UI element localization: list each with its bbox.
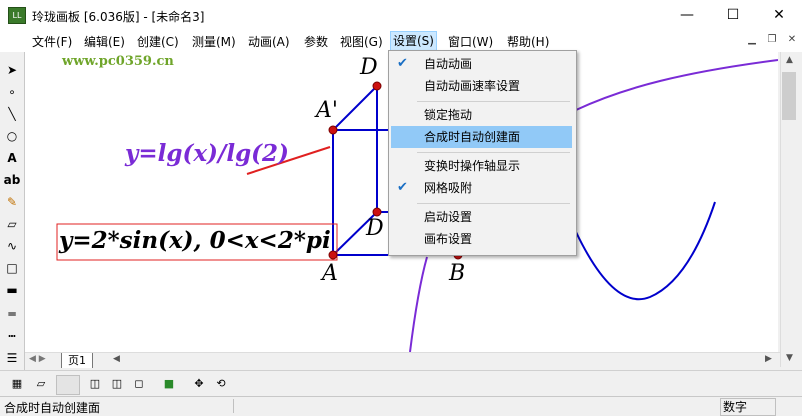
window-title: 玲珑画板 [6.036版] - [未命名3] — [32, 10, 205, 24]
box-icon[interactable]: ◻ — [130, 375, 148, 393]
scroll-left-icon[interactable]: ◀ — [113, 354, 120, 364]
vertical-scrollbar[interactable]: ▲ ▼ — [780, 52, 798, 367]
check-icon: ✔ — [397, 56, 408, 71]
menu-item-auto-animate[interactable]: ✔ 自动动画 — [391, 53, 572, 75]
line-tool-icon[interactable]: ╲ — [2, 104, 22, 124]
label-b[interactable]: B — [449, 261, 465, 286]
point-d-top[interactable] — [372, 81, 382, 91]
log-curve-upper — [575, 59, 778, 111]
point-a-prime[interactable] — [328, 125, 338, 135]
check-icon: ✔ — [397, 180, 408, 195]
formula-log-text[interactable]: y=lg(x)/lg(2) — [125, 140, 289, 167]
menu-item-transform-axis[interactable]: 变换时操作轴显示 — [391, 155, 572, 177]
label-tool-icon[interactable]: ab — [2, 170, 22, 190]
menu-view[interactable]: 视图(G) — [338, 33, 385, 50]
skew-grid-icon[interactable]: ▱ — [32, 375, 50, 393]
sine-curve — [575, 201, 716, 301]
scroll-down-icon[interactable]: ▼ — [781, 350, 798, 367]
menu-separator — [417, 101, 570, 102]
menu-item-canvas-settings[interactable]: 画布设置 — [391, 228, 572, 250]
label-a[interactable]: A — [322, 261, 338, 286]
edge-a-prime-d-top — [332, 85, 378, 131]
drawing-toolbar: ➤ ∘ ╲ ○ A ab ✎ ▱ ∿ □ ▬ ═ ┅ ☰ — [0, 52, 25, 372]
menu-item-label: 自动动画 — [424, 57, 473, 71]
rotate-icon[interactable]: ⟲ — [212, 375, 230, 393]
color-swatch-icon[interactable]: ■ — [160, 375, 178, 393]
menu-item-label: 变换时操作轴显示 — [424, 159, 521, 173]
menu-item-label: 网格吸附 — [424, 181, 473, 195]
cube-alt-icon[interactable]: ◫ — [108, 375, 126, 393]
label-d-bottom[interactable]: D — [366, 216, 384, 241]
menu-bar: 文件(F) 编辑(E) 创建(C) 测量(M) 动画(A) 参数 视图(G) 设… — [0, 30, 802, 52]
eraser-tool-icon[interactable]: ▱ — [2, 214, 22, 234]
app-icon: LL — [8, 7, 26, 24]
label-a-prime[interactable]: A' — [316, 98, 338, 123]
pencil-tool-icon[interactable]: ✎ — [2, 192, 22, 212]
close-button[interactable]: ✕ — [756, 0, 802, 30]
status-bar: 合成时自动创建面 数字 — [0, 396, 802, 416]
lines-style-icon[interactable]: ☰ — [2, 348, 22, 368]
menu-item-label: 画布设置 — [424, 232, 473, 246]
watermark: www.pc0359.cn — [62, 54, 174, 69]
menu-item-lock-drag[interactable]: 锁定拖动 — [391, 104, 572, 126]
blank-button[interactable] — [56, 375, 80, 395]
settings-dropdown: ✔ 自动动画 自动动画速率设置 锁定拖动 合成时自动创建面 变换时操作轴显示 ✔… — [388, 50, 577, 256]
line-style-icon[interactable]: ═ — [2, 304, 22, 324]
grid-icon[interactable]: ▦ — [8, 375, 26, 393]
maximize-button[interactable]: ☐ — [710, 0, 756, 30]
menu-settings[interactable]: 设置(S) — [390, 31, 437, 51]
circle-tool-icon[interactable]: ○ — [2, 126, 22, 146]
menu-create[interactable]: 创建(C) — [135, 33, 181, 50]
bottom-toolbar: ▦ ▱ ◫ ◫ ◻ ■ ✥ ⟲ — [0, 370, 802, 397]
curve-tool-icon[interactable]: ∿ — [2, 236, 22, 256]
point-d-bottom[interactable] — [372, 207, 382, 217]
page-prev-icon[interactable]: ◀ ▶ — [29, 354, 46, 364]
rectangle-tool-icon[interactable]: □ — [2, 258, 22, 278]
menu-item-animate-speed[interactable]: 自动动画速率设置 — [391, 75, 572, 97]
menu-edit[interactable]: 编辑(E) — [82, 33, 127, 50]
menu-item-grid-snap[interactable]: ✔ 网格吸附 — [391, 177, 572, 199]
menu-item-label: 自动动画速率设置 — [424, 79, 521, 93]
menu-separator — [417, 203, 570, 204]
text-tool-icon[interactable]: A — [2, 148, 22, 168]
mdi-restore-icon[interactable]: ❐ — [764, 33, 780, 47]
formula-sin-text[interactable]: y=2*sin(x), 0<x<2*pi — [59, 227, 331, 254]
menu-params[interactable]: 参数 — [302, 33, 330, 50]
menu-help[interactable]: 帮助(H) — [505, 33, 551, 50]
mdi-minimize-icon[interactable]: ▁ — [744, 33, 760, 47]
log-curve-lower — [409, 256, 428, 352]
menu-file[interactable]: 文件(F) — [30, 33, 74, 50]
horizontal-scrollbar[interactable]: ◀ ▶ 页1 ◀ ▶ — [25, 352, 780, 369]
menu-item-startup-settings[interactable]: 启动设置 — [391, 206, 572, 228]
point-tool-icon[interactable]: ∘ — [2, 82, 22, 102]
tab-page-1[interactable]: 页1 — [61, 353, 93, 368]
minimize-button[interactable]: — — [664, 0, 710, 30]
menu-animate[interactable]: 动画(A) — [246, 33, 292, 50]
menu-item-label: 锁定拖动 — [424, 108, 473, 122]
menu-item-label: 合成时自动创建面 — [424, 130, 521, 144]
mdi-close-icon[interactable]: ✕ — [784, 33, 800, 47]
title-bar: LL 玲珑画板 [6.036版] - [未命名3] — ☐ ✕ — [0, 0, 802, 30]
menu-item-label: 启动设置 — [424, 210, 473, 224]
transform-icon[interactable]: ✥ — [190, 375, 208, 393]
cube-icon[interactable]: ◫ — [86, 375, 104, 393]
status-panel — [233, 399, 714, 413]
scroll-thumb[interactable] — [782, 72, 796, 120]
menu-item-auto-create-face[interactable]: 合成时自动创建面 — [391, 126, 572, 148]
scroll-right-icon[interactable]: ▶ — [765, 354, 772, 364]
label-d-top[interactable]: D — [360, 55, 378, 80]
dash-style-icon[interactable]: ┅ — [2, 326, 22, 346]
scroll-up-icon[interactable]: ▲ — [781, 52, 798, 69]
status-message: 合成时自动创建面 — [4, 401, 101, 415]
menu-measure[interactable]: 测量(M) — [190, 33, 238, 50]
thick-line-icon[interactable]: ▬ — [2, 280, 22, 300]
menu-separator — [417, 152, 570, 153]
menu-window[interactable]: 窗口(W) — [446, 33, 495, 50]
status-mode: 数字 — [720, 398, 776, 416]
pointer-tool-icon[interactable]: ➤ — [2, 60, 22, 80]
